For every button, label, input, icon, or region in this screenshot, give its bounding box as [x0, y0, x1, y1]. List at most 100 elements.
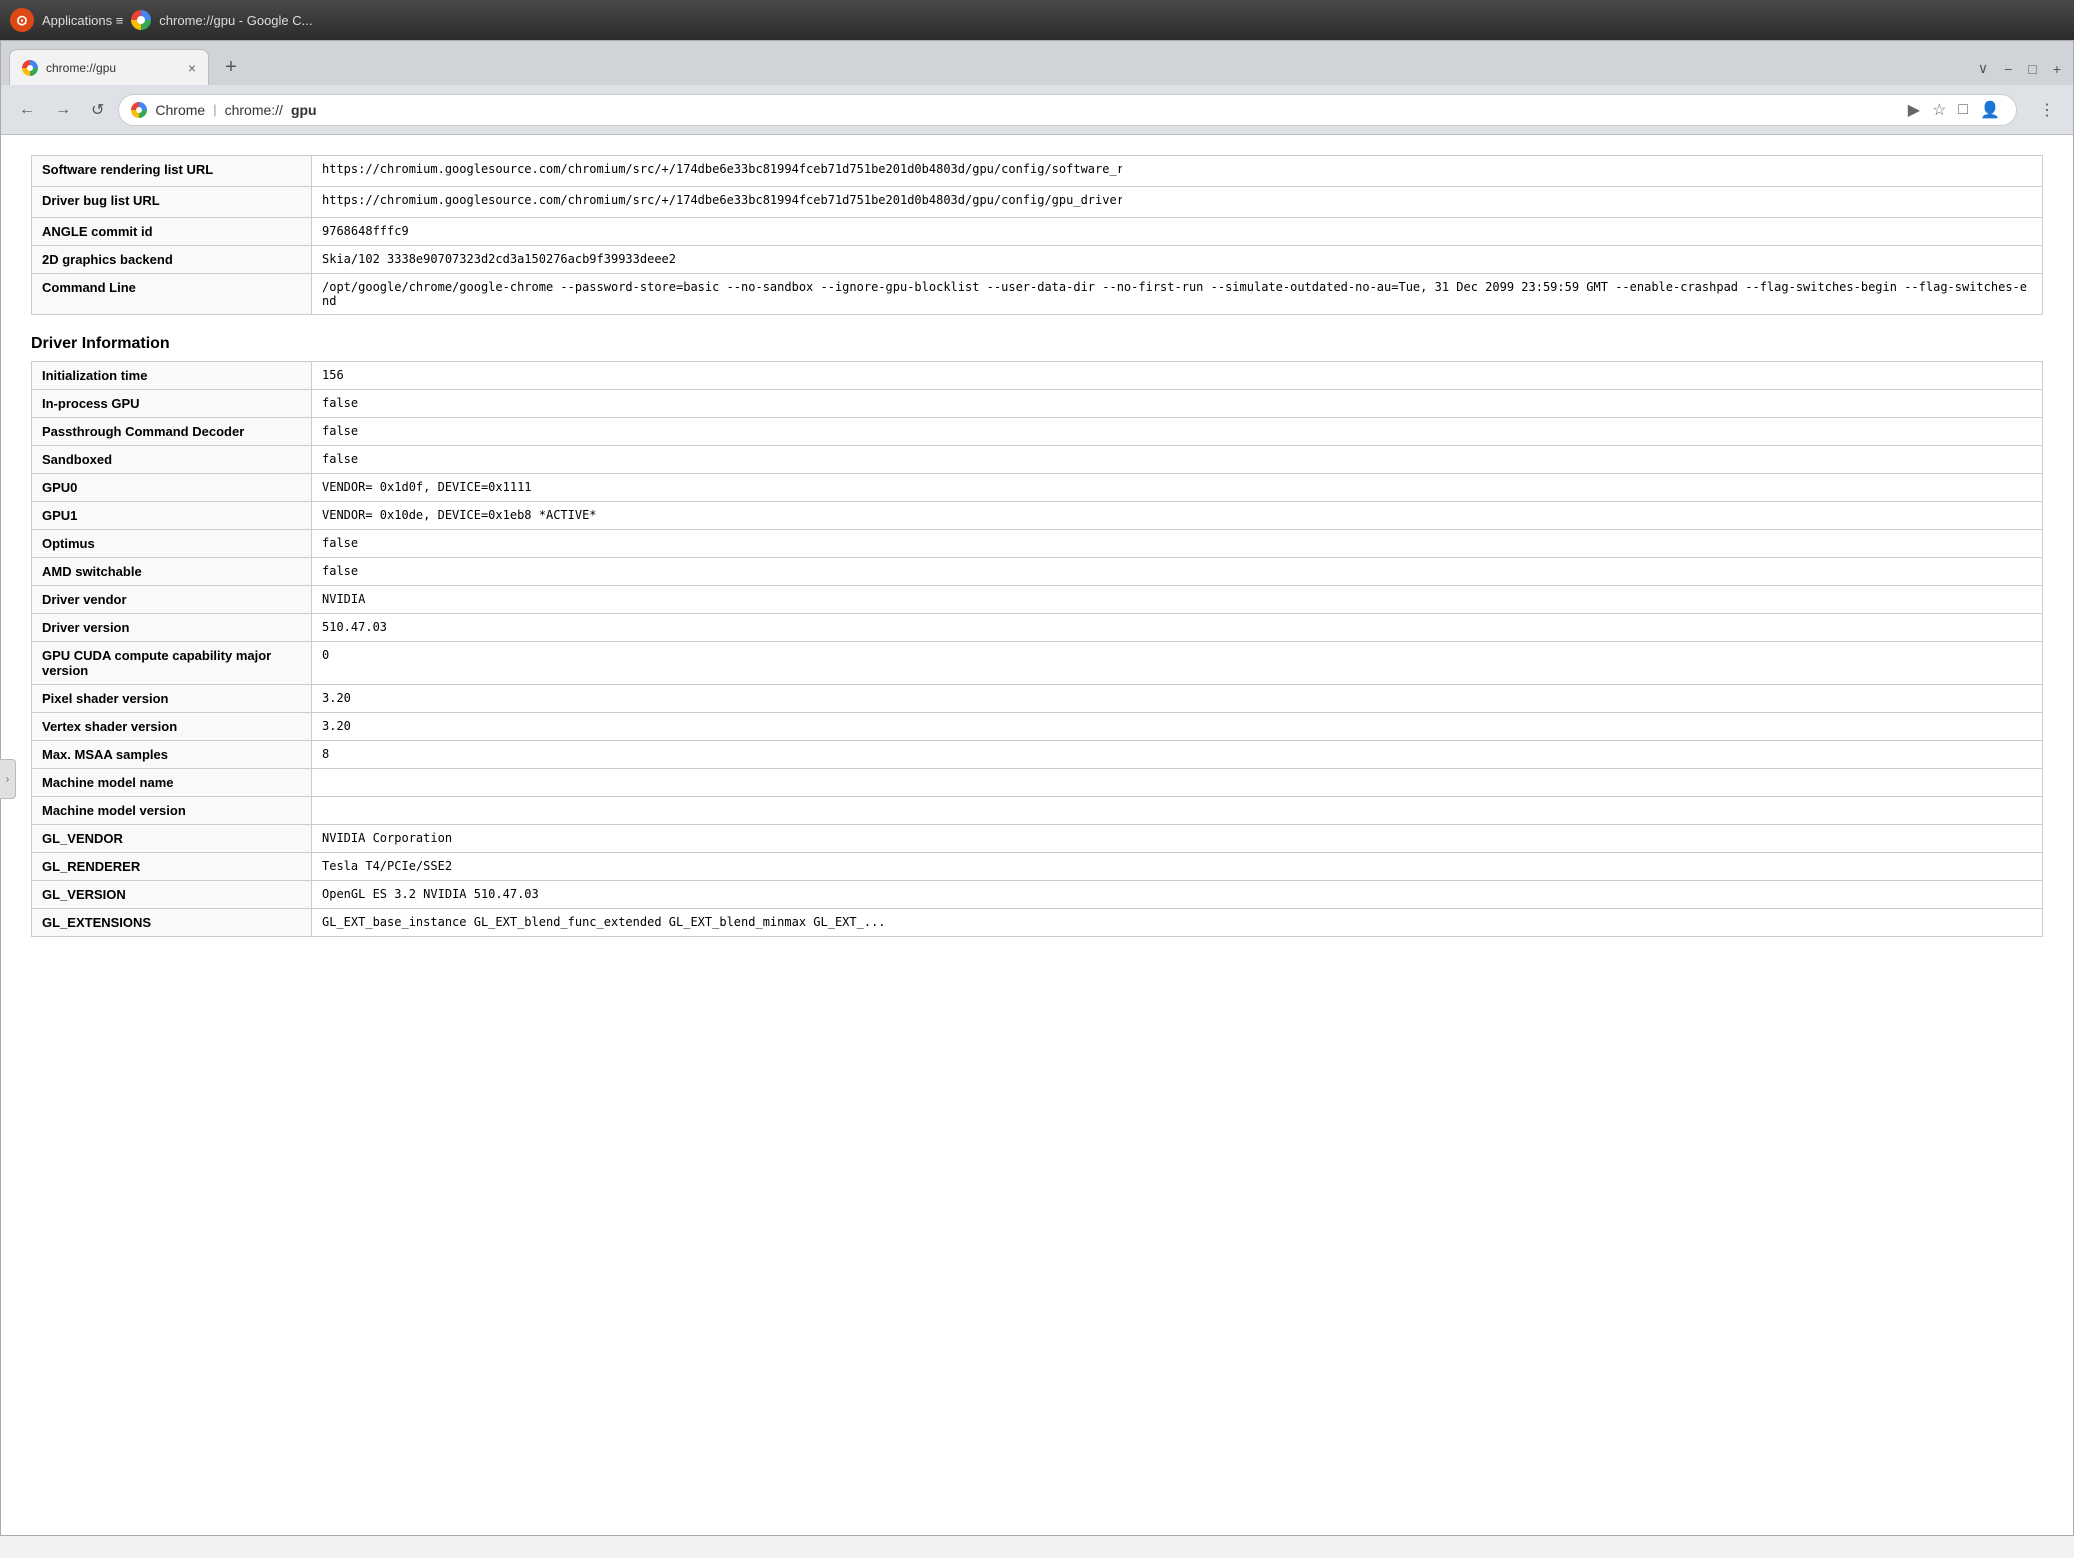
table-row: GL_EXTENSIONS GL_EXT_base_instance GL_EX… — [32, 909, 2043, 937]
row-label: 2D graphics backend — [32, 246, 312, 274]
driver-info-table: Initialization time 156 In-process GPU f… — [31, 361, 2043, 937]
row-label: Initialization time — [32, 362, 312, 390]
table-row: AMD switchable false — [32, 558, 2043, 586]
row-label: AMD switchable — [32, 558, 312, 586]
row-value: OpenGL ES 3.2 NVIDIA 510.47.03 — [312, 881, 2043, 909]
table-row: Machine model version — [32, 797, 2043, 825]
table-row: GL_VERSION OpenGL ES 3.2 NVIDIA 510.47.0… — [32, 881, 2043, 909]
row-value: Skia/102 3338e90707323d2cd3a150276acb9f3… — [312, 246, 2043, 274]
maximize-button[interactable]: □ — [2024, 57, 2040, 81]
row-label: GL_RENDERER — [32, 853, 312, 881]
tab-label: chrome://gpu — [46, 61, 116, 75]
row-label: Pixel shader version — [32, 685, 312, 713]
row-value: false — [312, 418, 2043, 446]
address-right-actions: ⋮ — [2033, 96, 2061, 124]
back-button[interactable]: ← — [13, 97, 41, 123]
table-row: Sandboxed false — [32, 446, 2043, 474]
row-value: false — [312, 446, 2043, 474]
url-prefix: chrome:// — [225, 102, 283, 118]
row-value: 3.20 — [312, 713, 2043, 741]
row-label: Machine model version — [32, 797, 312, 825]
profile-button[interactable]: 👤 — [1976, 98, 2004, 122]
table-row: GPU1 VENDOR= 0x10de, DEVICE=0x1eb8 *ACTI… — [32, 502, 2043, 530]
row-value: Tesla T4/PCIe/SSE2 — [312, 853, 2043, 881]
table-row: Max. MSAA samples 8 — [32, 741, 2043, 769]
url-bold: gpu — [291, 102, 317, 118]
address-bar: ← → ↺ Chrome | chrome:// gpu ▶ ☆ □ 👤 ⋮ — [1, 85, 2073, 135]
bookmark-button[interactable]: ☆ — [1928, 98, 1950, 122]
url-separator: | — [213, 102, 216, 117]
row-label: In-process GPU — [32, 390, 312, 418]
page-content: Software rendering list URL https://chro… — [1, 135, 2073, 1535]
table-row: 2D graphics backend Skia/102 3338e907073… — [32, 246, 2043, 274]
row-value: false — [312, 530, 2043, 558]
ubuntu-icon[interactable]: ⊙ — [10, 8, 34, 32]
row-label: Software rendering list URL — [32, 156, 312, 187]
url-bar[interactable]: Chrome | chrome:// gpu ▶ ☆ □ 👤 — [118, 94, 2017, 126]
row-label: GL_VERSION — [32, 881, 312, 909]
table-row: Machine model name — [32, 769, 2043, 797]
row-label: GPU0 — [32, 474, 312, 502]
row-value: 156 — [312, 362, 2043, 390]
table-row: Driver vendor NVIDIA — [32, 586, 2043, 614]
row-label: Driver bug list URL — [32, 187, 312, 218]
reload-button[interactable]: ↺ — [85, 96, 110, 124]
table-row: Driver bug list URL https://chromium.goo… — [32, 187, 2043, 218]
row-value: VENDOR= 0x1d0f, DEVICE=0x1111 — [312, 474, 2043, 502]
row-label: Sandboxed — [32, 446, 312, 474]
row-value: 510.47.03 — [312, 614, 2043, 642]
table-row: Vertex shader version 3.20 — [32, 713, 2043, 741]
window-favicon — [131, 10, 151, 30]
tab-dropdown-button[interactable]: ∨ — [1974, 56, 1992, 81]
table-row: ANGLE commit id 9768648fffc9 — [32, 218, 2043, 246]
table-row: GL_RENDERER Tesla T4/PCIe/SSE2 — [32, 853, 2043, 881]
extensions-button[interactable]: ⋮ — [2033, 96, 2061, 124]
url-site-label: Chrome — [155, 102, 205, 118]
table-row: Driver version 510.47.03 — [32, 614, 2043, 642]
row-label: GL_VENDOR — [32, 825, 312, 853]
forward-button[interactable]: → — [49, 97, 77, 123]
window-close-button[interactable]: + — [2049, 57, 2065, 81]
row-label: Command Line — [32, 274, 312, 315]
sidebar-toggle[interactable]: › — [0, 759, 16, 799]
site-security-icon — [131, 102, 147, 118]
window-title: chrome://gpu - Google C... — [159, 13, 312, 28]
row-value: 3.20 — [312, 685, 2043, 713]
active-tab[interactable]: chrome://gpu × — [9, 49, 209, 85]
row-label: Passthrough Command Decoder — [32, 418, 312, 446]
table-row: Passthrough Command Decoder false — [32, 418, 2043, 446]
row-label: GL_EXTENSIONS — [32, 909, 312, 937]
row-label: GPU CUDA compute capability major versio… — [32, 642, 312, 685]
row-label: Max. MSAA samples — [32, 741, 312, 769]
row-value: NVIDIA Corporation — [312, 825, 2043, 853]
applications-menu[interactable]: Applications ≡ — [42, 13, 123, 28]
navigate-button[interactable]: ▶ — [1904, 98, 1924, 122]
table-row: Initialization time 156 — [32, 362, 2043, 390]
version-info-table: Software rendering list URL https://chro… — [31, 155, 2043, 315]
row-value: NVIDIA — [312, 586, 2043, 614]
table-row: Command Line /opt/google/chrome/google-c… — [32, 274, 2043, 315]
tab-bar-right: ∨ − □ + — [1974, 56, 2065, 85]
row-value: 0 — [312, 642, 2043, 685]
table-row: Optimus false — [32, 530, 2043, 558]
row-value: false — [312, 390, 2043, 418]
row-value: /opt/google/chrome/google-chrome --passw… — [312, 274, 2043, 315]
table-row: GL_VENDOR NVIDIA Corporation — [32, 825, 2043, 853]
row-label: Driver vendor — [32, 586, 312, 614]
row-label: GPU1 — [32, 502, 312, 530]
table-row: GPU CUDA compute capability major versio… — [32, 642, 2043, 685]
row-label: Vertex shader version — [32, 713, 312, 741]
row-value: false — [312, 558, 2043, 586]
row-value — [312, 797, 2043, 825]
row-label: Optimus — [32, 530, 312, 558]
url-bar-actions: ▶ ☆ □ 👤 — [1904, 98, 2004, 122]
tab-search-button[interactable]: □ — [1954, 99, 1972, 121]
minimize-button[interactable]: − — [2000, 57, 2016, 81]
row-label: Machine model name — [32, 769, 312, 797]
new-tab-button[interactable]: + — [213, 49, 249, 85]
tab-close-button[interactable]: × — [188, 60, 196, 76]
driver-info-header: Driver Information — [31, 335, 2043, 353]
row-value: https://chromium.googlesource.com/chromi… — [312, 187, 2043, 218]
row-label: ANGLE commit id — [32, 218, 312, 246]
row-value: 8 — [312, 741, 2043, 769]
